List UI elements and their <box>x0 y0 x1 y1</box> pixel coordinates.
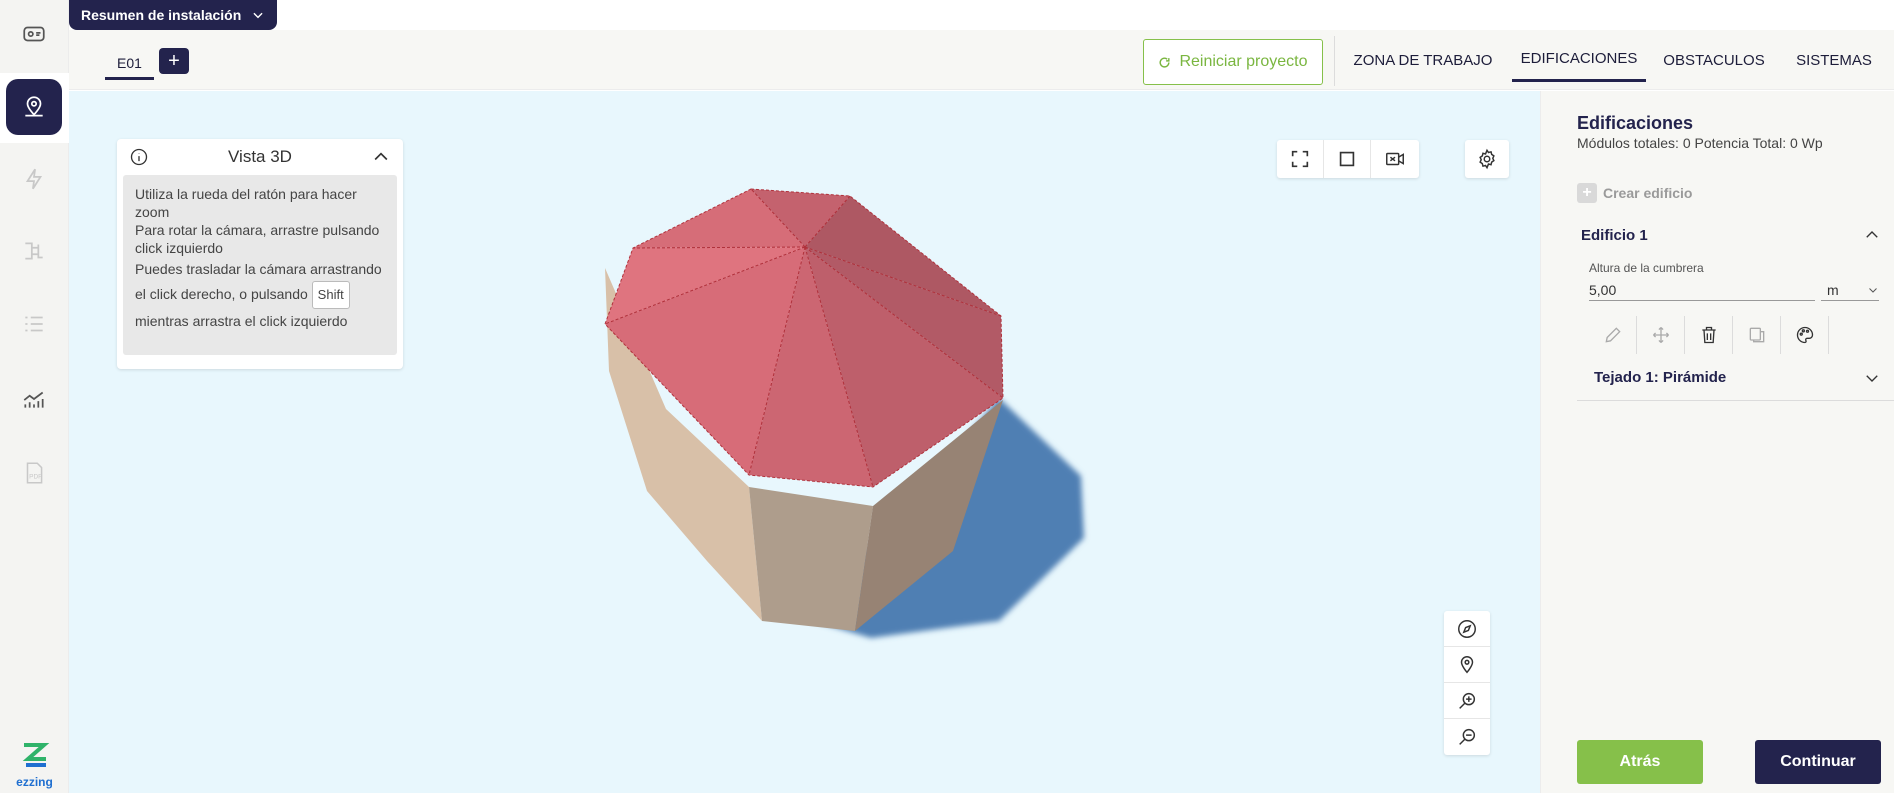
color-building-button[interactable] <box>1781 316 1829 354</box>
info-line-rotate: Para rotar la cámara, arrastre pulsando … <box>135 222 380 256</box>
info-line-pan-end: mientras arrastra el click izquierdo <box>135 313 348 329</box>
palette-icon <box>1796 326 1813 344</box>
move-icon <box>1652 327 1669 343</box>
camera-icon <box>1385 152 1404 166</box>
tab-zona-de-trabajo[interactable]: ZONA DE TRABAJO <box>1349 38 1497 82</box>
move-building-button[interactable] <box>1637 316 1685 354</box>
summary-label: Resumen de instalación <box>81 7 242 23</box>
info-line-pan: Puedes trasladar la cámara arrastrando e… <box>135 257 385 333</box>
refresh-icon <box>1159 57 1171 68</box>
wall-front <box>749 487 873 631</box>
building-1-accordion[interactable]: Edificio 1 <box>1577 215 1881 255</box>
roof-1-accordion[interactable]: Tejado 1: Pirámide <box>1577 355 1894 401</box>
zoom-out-button[interactable] <box>1444 719 1490 755</box>
header-divider <box>1334 36 1335 86</box>
ezzing-logo-icon <box>22 743 49 767</box>
navigation-toolbar <box>1444 611 1490 755</box>
info-card-3d-view: Vista 3D Utiliza la rueda del ratón para… <box>117 139 403 369</box>
roof-1-label: Tejado 1: Pirámide <box>1594 369 1727 386</box>
info-icon <box>130 148 148 166</box>
3d-viewport[interactable]: Vista 3D Utiliza la rueda del ratón para… <box>69 91 1540 793</box>
continue-button[interactable]: Continuar <box>1755 740 1881 784</box>
tab-obstaculos[interactable]: OBSTACULOS <box>1659 38 1769 82</box>
tab-edificaciones[interactable]: EDIFICACIONES <box>1512 38 1646 82</box>
brand-logo: ezzing <box>0 740 69 789</box>
building-1-name: Edificio 1 <box>1581 226 1648 244</box>
delete-building-button[interactable] <box>1685 316 1733 354</box>
create-building-label: Crear edificio <box>1603 185 1693 201</box>
chevron-down-icon <box>1869 287 1877 293</box>
reset-project-button[interactable]: Reiniciar proyecto <box>1143 39 1323 85</box>
create-building-button[interactable]: + Crear edificio <box>1577 183 1692 203</box>
copy-icon <box>1749 327 1764 343</box>
view-2d-button[interactable] <box>1324 140 1371 178</box>
map-pin-icon <box>1460 655 1474 673</box>
unit-select[interactable]: m <box>1821 279 1879 301</box>
chart-icon[interactable] <box>6 371 62 427</box>
building-tools <box>1589 316 1829 354</box>
compass-icon <box>1458 619 1476 638</box>
back-button[interactable]: Atrás <box>1577 740 1703 784</box>
panel-title: Edificaciones <box>1577 113 1694 133</box>
pdf-icon[interactable]: PDF <box>6 445 62 501</box>
wiring-icon[interactable] <box>6 223 62 279</box>
unit-value: m <box>1827 281 1839 298</box>
fullscreen-button[interactable] <box>1277 140 1324 178</box>
square-icon <box>1339 151 1355 167</box>
header-bar: E01 + Reiniciar proyecto ZONA DE TRABAJO… <box>69 30 1894 90</box>
gear-icon <box>1479 148 1495 170</box>
plus-icon: + <box>1577 183 1597 203</box>
center-location-button[interactable] <box>1444 647 1490 683</box>
shift-key-badge: Shift <box>311 281 350 309</box>
list-icon[interactable] <box>6 296 62 352</box>
info-card-title: Vista 3D <box>228 147 292 166</box>
zoom-in-icon <box>1459 692 1476 709</box>
chevron-down-icon <box>253 12 263 19</box>
buildings-panel: Edificaciones Módulos totales: 0 Potenci… <box>1540 91 1894 793</box>
edit-building-button[interactable] <box>1589 316 1637 354</box>
camera-view-button[interactable] <box>1371 140 1418 178</box>
ridge-height-input[interactable]: 5,00 <box>1589 279 1815 301</box>
svg-text:PDF: PDF <box>29 473 42 480</box>
chevron-up-icon <box>1866 231 1878 238</box>
lightning-icon[interactable] <box>6 151 62 207</box>
info-card-header[interactable]: Vista 3D <box>117 139 403 175</box>
reset-project-label: Reiniciar proyecto <box>1179 53 1308 70</box>
settings-button[interactable] <box>1465 140 1509 178</box>
zoom-in-button[interactable] <box>1444 683 1490 719</box>
panel-summary: Módulos totales: 0 Potencia Total: 0 Wp <box>1577 135 1823 151</box>
dashboard-icon[interactable] <box>6 6 62 62</box>
zoom-out-icon <box>1459 728 1476 745</box>
fullscreen-icon <box>1291 150 1309 168</box>
trash-icon <box>1701 326 1716 344</box>
brand-name: ezzing <box>16 775 53 789</box>
building-tab-e01[interactable]: E01 <box>105 48 154 80</box>
tab-sistemas[interactable]: SISTEMAS <box>1787 38 1881 82</box>
chevron-down-icon <box>1866 374 1878 382</box>
left-rail: PDF ezzing <box>0 0 69 793</box>
ridge-height-label: Altura de la cumbrera <box>1589 261 1704 275</box>
info-line-zoom: Utiliza la rueda del ratón para hacer zo… <box>135 186 357 220</box>
installation-summary-dropdown[interactable]: Resumen de instalación <box>69 0 278 30</box>
pencil-icon <box>1604 327 1621 343</box>
chevron-up-icon[interactable] <box>371 147 391 167</box>
location-pin-icon[interactable] <box>6 79 62 135</box>
add-building-button[interactable]: + <box>159 48 189 74</box>
info-card-body: Utiliza la rueda del ratón para hacer zo… <box>123 175 397 355</box>
duplicate-building-button[interactable] <box>1733 316 1781 354</box>
compass-button[interactable] <box>1444 611 1490 647</box>
camera-toolbar <box>1277 140 1419 178</box>
